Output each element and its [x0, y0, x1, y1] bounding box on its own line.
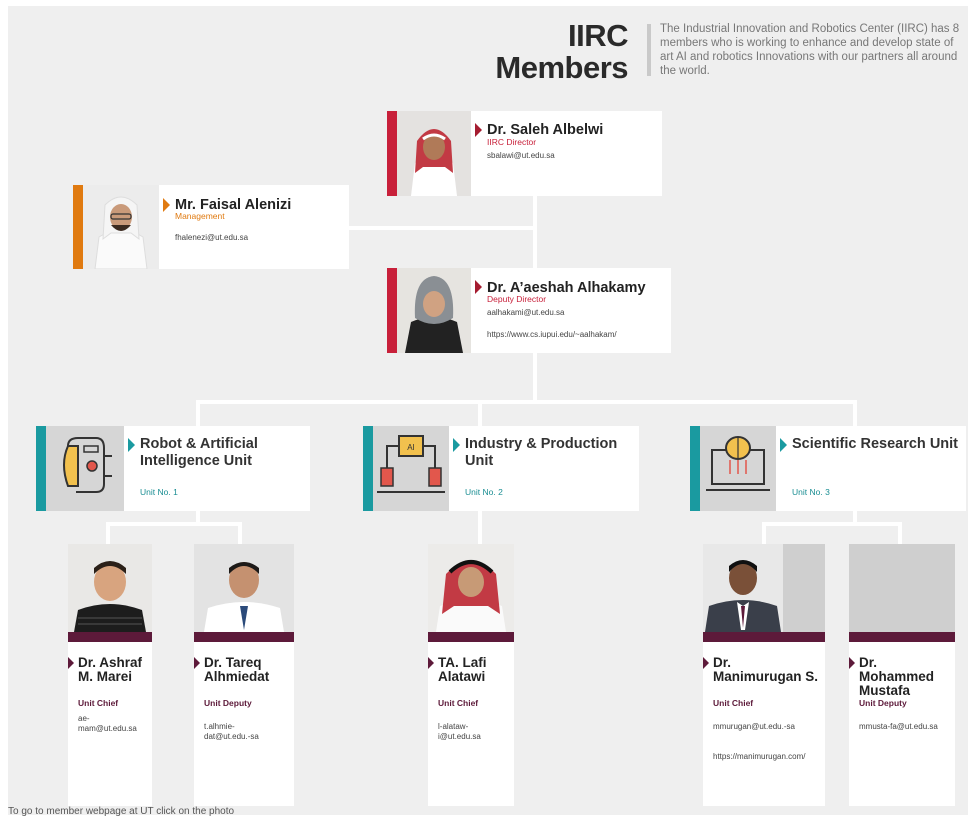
member-5-email: mmusta-fa@ut.edu.sa — [859, 722, 938, 731]
connector-line — [533, 196, 537, 270]
director-email: sbalawi@ut.edu.sa — [487, 151, 555, 160]
member-3-marker — [428, 657, 434, 669]
unit-1-stripe — [36, 426, 46, 511]
unit-2-stripe — [363, 426, 373, 511]
connector-line — [533, 352, 537, 402]
member-4-bar — [703, 632, 825, 642]
unit-card-1: Robot & Artificial Intelligence Unit Uni… — [36, 426, 310, 511]
director-photo[interactable] — [397, 111, 471, 196]
member-card-1: Dr. Ashraf M. Marei Unit Chief ae-mam@ut… — [68, 544, 152, 806]
connector-line — [762, 522, 902, 526]
director-card: Dr. Saleh Albelwi IIRC Director sbalawi@… — [387, 111, 662, 196]
member-2-bar — [194, 632, 294, 642]
member-card-2: Dr. Tareq Alhmiedat Unit Deputy t.alhmie… — [194, 544, 294, 806]
member-1-bar — [68, 632, 152, 642]
robot-head-icon — [46, 426, 124, 511]
unit-3-stripe — [690, 426, 700, 511]
unit-card-3: Scientific Research Unit Unit No. 3 — [690, 426, 966, 511]
director-name: Dr. Saleh Albelwi — [487, 122, 604, 138]
management-marker — [163, 198, 170, 212]
unit-3-title: Scientific Research Unit — [792, 436, 958, 452]
connector-line — [106, 522, 110, 544]
member-4-marker — [703, 657, 709, 669]
footer-note: To go to member webpage at UT click on t… — [8, 806, 235, 817]
deputy-card: Dr. A’aeshah Alhakamy Deputy Director aa… — [387, 268, 671, 353]
unit-2-marker — [453, 438, 460, 452]
member-2-photo[interactable] — [194, 544, 294, 632]
management-stripe — [73, 185, 83, 269]
director-stripe — [387, 111, 397, 196]
unit-2-title: Industry & Production Unit — [465, 436, 618, 469]
unit-1-marker — [128, 438, 135, 452]
deputy-url[interactable]: https://www.cs.iupui.edu/~aalhakam/ — [487, 330, 617, 340]
management-photo[interactable] — [83, 185, 159, 269]
deputy-stripe — [387, 268, 397, 353]
management-card: Mr. Faisal Alenizi Management fhalenezi@… — [73, 185, 349, 269]
member-2-role: Unit Deputy — [204, 698, 252, 708]
management-role: Management — [175, 211, 225, 221]
member-4-url[interactable]: https://manimurugan.com/ — [713, 752, 817, 762]
member-5-role: Unit Deputy — [859, 698, 907, 708]
connector-line — [348, 226, 535, 230]
member-2-email: t.alhmie-dat@ut.edu.-sa — [204, 722, 259, 741]
member-card-5: Dr. Mohammed Mustafa Unit Deputy mmusta-… — [849, 544, 955, 806]
management-email: fhalenezi@ut.edu.sa — [175, 233, 249, 242]
connector-line — [478, 510, 482, 544]
member-card-4: Dr. Manimurugan S. Unit Chief mmurugan@u… — [703, 544, 825, 806]
member-card-3: TA. Lafi Alatawi Unit Chief l-alataw-i@u… — [428, 544, 514, 806]
deputy-email: aalhakami@ut.edu.sa — [487, 308, 565, 317]
header-divider — [647, 24, 651, 76]
member-5-bar — [849, 632, 955, 642]
member-3-photo[interactable] — [428, 544, 514, 632]
unit-card-2: AI Industry & Production Unit Unit No. 2 — [363, 426, 639, 511]
member-2-name: Dr. Tareq Alhmiedat — [204, 655, 270, 684]
connector-line — [196, 400, 200, 428]
deputy-role: Deputy Director — [487, 294, 547, 304]
director-marker — [475, 123, 482, 137]
member-1-role: Unit Chief — [78, 698, 119, 708]
deputy-photo[interactable] — [397, 268, 471, 353]
member-4-name: Dr. Manimurugan S. — [713, 655, 819, 684]
member-3-role: Unit Chief — [438, 698, 479, 708]
header-description: The Industrial Innovation and Robotics C… — [660, 23, 960, 77]
member-3-bar — [428, 632, 514, 642]
connector-line — [853, 400, 857, 428]
unit-1-title: Robot & Artificial Intelligence Unit — [140, 436, 258, 469]
member-1-photo[interactable] — [68, 544, 152, 632]
connector-line — [762, 522, 766, 544]
director-role: IIRC Director — [487, 137, 537, 147]
connector-line — [898, 522, 902, 544]
connector-line — [238, 522, 242, 544]
member-1-email: ae-mam@ut.edu.sa — [78, 714, 137, 733]
page-title: IIRC Members — [495, 20, 628, 84]
member-3-email: l-alataw-i@ut.edu.sa — [438, 722, 481, 741]
member-1-marker — [68, 657, 74, 669]
title-line-2: Members — [495, 50, 628, 85]
unit-1-number: Unit No. 1 — [140, 487, 178, 497]
title-line-1: IIRC — [568, 18, 628, 53]
unit-3-marker — [780, 438, 787, 452]
org-chart: IIRC Members The Industrial Innovation a… — [0, 0, 968, 817]
member-5-marker — [849, 657, 855, 669]
member-2-marker — [194, 657, 200, 669]
member-5-photo[interactable] — [849, 544, 955, 632]
member-1-name: Dr. Ashraf M. Marei — [78, 655, 143, 684]
member-4-email: mmurugan@ut.edu.-sa — [713, 722, 795, 731]
member-3-name: TA. Lafi Alatawi — [438, 655, 487, 684]
connector-line — [106, 522, 242, 526]
brain-laptop-icon — [700, 426, 776, 511]
connector-line — [196, 400, 856, 404]
member-5-name: Dr. Mohammed Mustafa — [859, 655, 935, 698]
svg-text:AI: AI — [407, 443, 415, 452]
member-4-photo[interactable] — [703, 544, 825, 632]
deputy-marker — [475, 280, 482, 294]
robotic-arms-icon: AI — [373, 426, 449, 511]
unit-2-number: Unit No. 2 — [465, 487, 503, 497]
connector-line — [478, 400, 482, 428]
unit-3-number: Unit No. 3 — [792, 487, 830, 497]
member-4-role: Unit Chief — [713, 698, 754, 708]
